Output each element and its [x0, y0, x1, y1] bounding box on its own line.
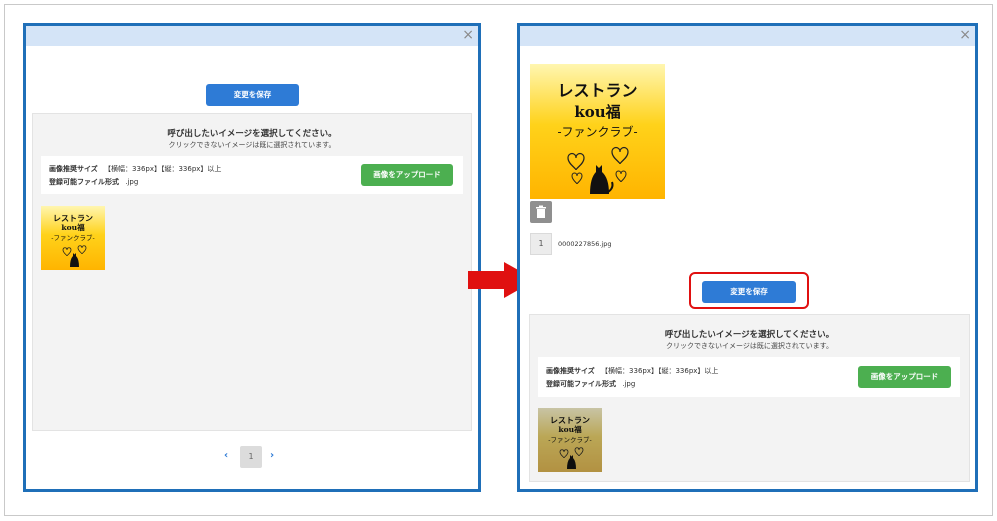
upload-image-button[interactable]: 画像をアップロード [858, 366, 951, 388]
panel-subtitle: クリックできないイメージは既に選択されています。 [168, 141, 336, 149]
panel-subtitle: クリックできないイメージは既に選択されています。 [666, 342, 833, 350]
cat-hearts-icon [567, 146, 629, 194]
current-page[interactable]: 1 [240, 446, 262, 468]
image-thumbnail-already-selected: レストラン kou福 -ファンクラブ- [538, 408, 602, 472]
format-value: .jpg [622, 380, 636, 388]
format-label: 登録可能ファイル形式 [546, 380, 616, 388]
thumb-title: レストラン [53, 213, 93, 223]
upload-info-box: 画像推奨サイズ 【横幅：336px】【縦：336px】以上 登録可能ファイル形式… [41, 156, 463, 194]
next-page-link[interactable]: › [270, 450, 274, 461]
thumb-subtitle: kou福 [61, 223, 85, 232]
format-label: 登録可能ファイル形式 [49, 178, 119, 186]
close-icon[interactable]: × [959, 27, 971, 43]
thumb-subtitle: kou福 [558, 425, 582, 434]
image-select-panel: 呼び出したいイメージを選択してください。 クリックできないイメージは既に選択され… [32, 113, 472, 431]
panel-title: 呼び出したいイメージを選択してください。 [664, 330, 835, 340]
upload-image-button[interactable]: 画像をアップロード [361, 164, 453, 186]
preview-title: レストラン [557, 81, 638, 100]
prev-page-link[interactable]: ‹ [224, 450, 228, 461]
cat-hearts-icon [62, 245, 87, 267]
recommended-size: 画像推奨サイズ 【横幅：336px】【縦：336px】以上 [546, 366, 718, 376]
panel-title: 呼び出したいイメージを選択してください。 [167, 129, 337, 139]
pagination: ‹ 1 › [26, 446, 478, 470]
preview-subtitle: kou福 [574, 103, 621, 121]
upload-info-box: 画像推奨サイズ 【横幅：336px】【縦：336px】以上 登録可能ファイル形式… [538, 357, 960, 397]
dialog-header: × [520, 26, 975, 46]
format-value: .jpg [125, 178, 139, 186]
allowed-format: 登録可能ファイル形式 .jpg [49, 177, 138, 187]
left-image-dialog: × 変更を保存 呼び出したいイメージを選択してください。 クリックできないイメー… [23, 23, 481, 492]
image-thumbnail[interactable]: レストラン kou福 -ファンクラブ- [41, 206, 105, 270]
delete-image-button[interactable] [530, 201, 552, 223]
allowed-format: 登録可能ファイル形式 .jpg [546, 379, 635, 389]
trash-icon [536, 205, 546, 218]
close-icon[interactable]: × [462, 27, 474, 43]
save-changes-button[interactable]: 変更を保存 [206, 84, 299, 106]
recommended-size: 画像推奨サイズ 【横幅：336px】【縦：336px】以上 [49, 164, 221, 174]
size-label: 画像推奨サイズ [49, 165, 98, 173]
size-value: 【横幅：336px】【縦：336px】以上 [104, 165, 222, 173]
right-image-dialog: × レストラン kou福 -ファンクラブ- 1 0000227856.jpg 変… [517, 23, 978, 492]
selected-filename: 0000227856.jpg [558, 240, 612, 248]
save-changes-button[interactable]: 変更を保存 [702, 281, 796, 303]
thumb-tagline: -ファンクラブ- [51, 234, 95, 242]
selected-index: 1 [530, 233, 552, 255]
thumb-title: レストラン [550, 415, 590, 425]
cat-hearts-icon [559, 447, 584, 469]
image-select-panel: 呼び出したいイメージを選択してください。 クリックできないイメージは既に選択され… [529, 314, 970, 482]
thumb-tagline: -ファンクラブ- [548, 436, 592, 444]
selected-image-preview: レストラン kou福 -ファンクラブ- [530, 64, 665, 199]
dialog-header: × [26, 26, 478, 46]
size-label: 画像推奨サイズ [546, 367, 595, 375]
preview-tagline: -ファンクラブ- [557, 125, 638, 139]
size-value: 【横幅：336px】【縦：336px】以上 [601, 367, 719, 375]
